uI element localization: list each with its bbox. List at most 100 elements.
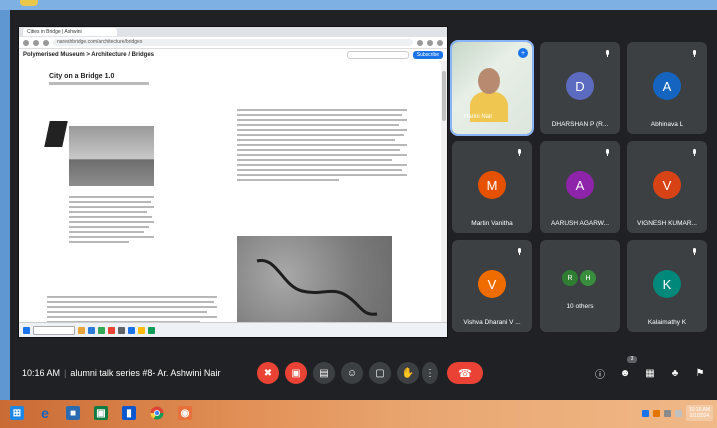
app-icon[interactable] bbox=[108, 326, 115, 334]
mic-toggle-button[interactable]: ✖ bbox=[257, 362, 279, 384]
participant-name: Abhinava L bbox=[650, 121, 684, 128]
avatar: H bbox=[580, 270, 596, 286]
captions-icon: ▤ bbox=[319, 367, 329, 379]
address-bar[interactable]: nareshbridge.com/architecture/bridges bbox=[53, 39, 413, 46]
participant-tile[interactable]: K Kalaimathy K bbox=[627, 240, 707, 332]
meeting-title: alumni talk series #8- Ar. Ashwini Nair bbox=[70, 368, 221, 378]
start-icon[interactable]: ⊞ bbox=[10, 406, 24, 420]
chat-button[interactable]: ▦ bbox=[642, 365, 658, 381]
activities-button[interactable]: ♣ bbox=[667, 365, 683, 381]
participant-name: DHARSHAN P (R... bbox=[551, 121, 609, 128]
document-subtitle bbox=[49, 82, 149, 85]
mic-off-icon bbox=[606, 50, 609, 57]
edge-icon[interactable]: e bbox=[38, 405, 52, 421]
network-icon[interactable] bbox=[663, 409, 671, 417]
participant-name: Vishva Dharani V ... bbox=[463, 319, 521, 326]
app-logo-chip bbox=[20, 0, 38, 6]
system-tray: 10:16 AM 2/1/2024 bbox=[641, 405, 713, 421]
pin-icon[interactable]: + bbox=[518, 48, 528, 58]
avatar: V bbox=[653, 171, 681, 199]
extensions-icon[interactable] bbox=[427, 39, 433, 46]
forward-icon[interactable] bbox=[33, 39, 39, 46]
profile-icon[interactable] bbox=[437, 39, 443, 46]
present-icon: ▢ bbox=[375, 367, 385, 379]
participant-tile-self[interactable]: + Harini Nair bbox=[450, 40, 534, 136]
app-icon[interactable]: ▮ bbox=[122, 406, 136, 420]
reload-icon[interactable] bbox=[43, 39, 49, 46]
mic-off-icon bbox=[693, 149, 696, 156]
mic-off-icon: ✖ bbox=[263, 367, 273, 379]
camera-toggle-button[interactable]: ▣ bbox=[285, 362, 307, 384]
firefox-icon[interactable]: ◉ bbox=[178, 406, 192, 420]
participant-name: VIGNESH KUMAR... bbox=[637, 220, 697, 227]
file-explorer-icon[interactable]: ■ bbox=[66, 406, 80, 420]
hangup-button[interactable]: ☎ bbox=[447, 362, 483, 384]
meeting-info: 10:16 AM | alumni talk series #8- Ar. Ashw… bbox=[22, 368, 221, 378]
participant-tile[interactable]: V VIGNESH KUMAR... bbox=[627, 141, 707, 233]
app-icon[interactable] bbox=[128, 326, 135, 334]
store-icon[interactable]: ▣ bbox=[94, 406, 108, 420]
scroll-thumb[interactable] bbox=[442, 71, 446, 121]
breadcrumb: Polymerised Museum > Architecture / Brid… bbox=[23, 52, 154, 58]
left-text-column bbox=[69, 196, 154, 246]
chat-icon: ▦ bbox=[645, 367, 655, 379]
app-icon[interactable] bbox=[78, 326, 85, 334]
browser-tab[interactable]: Cities in Bridge | Ashwini bbox=[23, 28, 117, 36]
start-icon[interactable] bbox=[23, 326, 30, 334]
people-count-badge: 3 bbox=[627, 356, 637, 363]
mic-off-icon bbox=[606, 149, 609, 156]
participant-tile[interactable]: V Vishva Dharani V ... bbox=[452, 240, 532, 332]
taskbar-clock[interactable]: 10:16 AM 2/1/2024 bbox=[685, 405, 713, 421]
app-icon[interactable] bbox=[148, 326, 155, 334]
captions-button[interactable]: ▤ bbox=[313, 362, 335, 384]
chrome-icon[interactable] bbox=[150, 406, 164, 420]
participant-name: Harini Nair bbox=[464, 114, 493, 120]
raise-hand-button[interactable]: ✋ bbox=[397, 362, 419, 384]
more-options-button[interactable]: ⋮ bbox=[422, 362, 438, 384]
document-title: City on a Bridge 1.0 bbox=[49, 73, 115, 80]
participant-tile[interactable]: D DHARSHAN P (R... bbox=[540, 42, 620, 134]
page-scrollbar[interactable] bbox=[441, 61, 447, 323]
river-map-photo bbox=[237, 236, 392, 336]
decorative-shape bbox=[44, 121, 68, 147]
search-box[interactable] bbox=[33, 325, 75, 335]
participant-name: AARUSH AGARW... bbox=[550, 220, 610, 227]
participant-tile[interactable]: A Abhinava L bbox=[627, 42, 707, 134]
people-button[interactable]: ☻ bbox=[617, 365, 633, 381]
info-button[interactable]: ⓘ bbox=[592, 365, 608, 381]
browser-tabstrip: Cities in Bridge | Ashwini bbox=[19, 27, 447, 37]
app-icon[interactable] bbox=[118, 326, 125, 334]
participant-name: 10 others bbox=[566, 303, 594, 310]
emoji-icon: ☺ bbox=[346, 367, 358, 379]
tray-icon[interactable] bbox=[652, 409, 660, 417]
emoji-button[interactable]: ☺ bbox=[341, 362, 363, 384]
more-icon: ⋮ bbox=[425, 367, 435, 379]
avatar: M bbox=[478, 171, 506, 199]
outer-window-top bbox=[0, 0, 717, 10]
back-icon[interactable] bbox=[23, 39, 29, 46]
hand-icon: ✋ bbox=[401, 367, 415, 379]
volume-icon[interactable] bbox=[674, 409, 682, 417]
site-search-input[interactable] bbox=[346, 51, 409, 59]
app-icon[interactable] bbox=[138, 326, 145, 334]
mic-off-icon bbox=[693, 248, 696, 255]
avatar: K bbox=[653, 270, 681, 298]
bookmark-icon[interactable] bbox=[417, 39, 423, 46]
tray-icon[interactable] bbox=[641, 409, 649, 417]
present-button[interactable]: ▢ bbox=[369, 362, 391, 384]
participant-tile[interactable]: M Martin Vanitha bbox=[452, 141, 532, 233]
participant-tile[interactable]: A AARUSH AGARW... bbox=[540, 141, 620, 233]
mic-off-icon bbox=[693, 50, 696, 57]
subscribe-button[interactable]: Subscribe bbox=[412, 51, 443, 59]
info-icon: ⓘ bbox=[595, 369, 605, 381]
participant-name: Martin Vanitha bbox=[471, 220, 513, 227]
camera-off-icon: ▣ bbox=[291, 367, 301, 379]
app-icon[interactable] bbox=[98, 326, 105, 334]
participant-tile-others[interactable]: R H 10 others bbox=[540, 240, 620, 332]
mic-off-icon bbox=[518, 149, 521, 156]
avatar: A bbox=[653, 72, 681, 100]
host-controls-button[interactable]: ⚑ bbox=[692, 365, 708, 381]
windows-taskbar: ⊞ e ■ ▣ ▮ ◉ 10:16 AM 2/1/2024 bbox=[0, 400, 717, 428]
people-icon: ☻ bbox=[619, 367, 631, 379]
app-icon[interactable] bbox=[88, 326, 95, 334]
